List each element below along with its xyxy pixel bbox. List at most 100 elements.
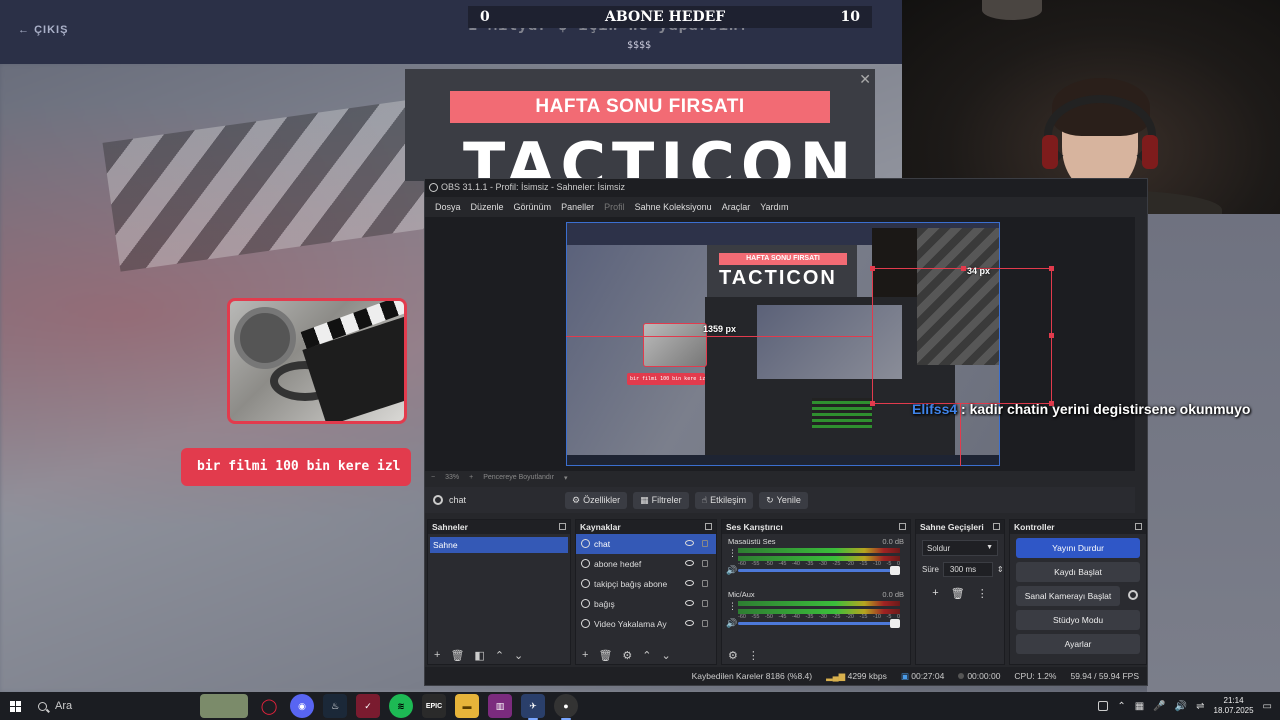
keyboard-icon[interactable] xyxy=(1098,701,1109,711)
steam-2-icon[interactable]: ✈ xyxy=(521,694,545,720)
back-button[interactable]: ← ÇIKIŞ xyxy=(18,24,68,36)
undock-icon[interactable] xyxy=(559,523,566,530)
start-virtual-camera-button[interactable]: Sanal Kamerayı Başlat xyxy=(1016,586,1138,606)
stop-stream-button[interactable]: Yayını Durdur xyxy=(1016,538,1140,558)
trash-icon[interactable]: 🗑 xyxy=(598,649,612,662)
source-item-goal[interactable]: abone hedef xyxy=(576,554,716,574)
trash-icon[interactable]: 🗑 xyxy=(450,649,464,662)
eye-icon[interactable] xyxy=(685,600,694,606)
scale-tick: -35 xyxy=(805,614,814,620)
face-thumbnail-icon[interactable] xyxy=(200,694,248,718)
scene-item[interactable]: Sahne xyxy=(430,537,568,553)
settings-button[interactable]: Ayarlar xyxy=(1016,634,1140,654)
refresh-button[interactable]: ↻ Yenile xyxy=(759,491,808,509)
eye-icon[interactable] xyxy=(685,560,694,566)
menu-tools[interactable]: Araçlar xyxy=(717,199,756,215)
undock-icon[interactable] xyxy=(1135,523,1142,530)
gear-icon[interactable]: ⚙ xyxy=(622,649,632,662)
speaker-icon[interactable]: 🔊 xyxy=(1175,701,1187,712)
source-item-chat[interactable]: chat xyxy=(576,534,716,554)
taskbar-search[interactable]: Ara xyxy=(30,692,170,720)
speaker-icon[interactable]: 🔊 xyxy=(726,565,737,576)
resize-handle[interactable] xyxy=(870,266,875,271)
menu-help[interactable]: Yardım xyxy=(755,199,793,215)
filters-button[interactable]: ▦ Filtreler xyxy=(633,491,689,509)
zoom-out-button[interactable]: − xyxy=(431,474,435,482)
start-button[interactable] xyxy=(0,692,30,720)
resize-handle[interactable] xyxy=(870,401,875,406)
usb-icon[interactable]: ⇌ xyxy=(1196,701,1204,712)
undock-icon[interactable] xyxy=(705,523,712,530)
fps: 59.94 / 59.94 FPS xyxy=(1070,671,1139,681)
menu-docks[interactable]: Paneller xyxy=(556,199,599,215)
up-icon[interactable]: ⌃ xyxy=(495,649,504,662)
filter-icon[interactable]: ◧ xyxy=(474,649,484,662)
chevron-up-icon[interactable]: ⌃ xyxy=(1117,701,1125,712)
more-icon[interactable]: ⋮ xyxy=(748,649,759,662)
resize-handle[interactable] xyxy=(1049,333,1054,338)
steam-icon[interactable]: ♨ xyxy=(323,694,347,718)
menu-file[interactable]: Dosya xyxy=(430,199,466,215)
mixer-settings-icon[interactable]: ⚙ xyxy=(728,649,738,662)
selected-source-box[interactable] xyxy=(870,266,1054,406)
more-icon[interactable]: ⋮ xyxy=(728,601,737,612)
lock-icon[interactable] xyxy=(702,620,708,627)
start-recording-button[interactable]: Kaydı Başlat xyxy=(1016,562,1140,582)
gear-icon[interactable] xyxy=(1128,590,1138,600)
epic-games-icon[interactable]: EPIC xyxy=(422,694,446,718)
slider-knob[interactable] xyxy=(890,619,900,628)
add-icon[interactable]: + xyxy=(582,649,588,661)
more-icon[interactable]: ⋮ xyxy=(728,548,737,559)
vlc-icon[interactable]: ✓ xyxy=(356,694,380,718)
eye-icon[interactable] xyxy=(685,580,694,586)
down-icon[interactable]: ⌄ xyxy=(514,649,523,662)
menu-view[interactable]: Görünüm xyxy=(509,199,557,215)
duration-input[interactable]: 300 ms xyxy=(942,562,993,577)
network-icon[interactable]: ▦ xyxy=(1135,701,1144,712)
zoom-in-button[interactable]: + xyxy=(469,474,473,482)
folder-icon[interactable]: ▬ xyxy=(455,694,479,718)
menu-edit[interactable]: Düzenle xyxy=(466,199,509,215)
properties-button[interactable]: ⚙ Özellikler xyxy=(565,491,628,509)
resize-handle[interactable] xyxy=(961,266,966,271)
trash-icon[interactable]: 🗑 xyxy=(951,587,965,600)
lock-icon[interactable] xyxy=(702,560,708,567)
stepper-icon[interactable]: ⇕ xyxy=(997,565,1004,574)
menu-scene-collection[interactable]: Sahne Koleksiyonu xyxy=(630,199,717,215)
winrar-icon[interactable]: ▥ xyxy=(488,694,512,718)
menu-profile[interactable]: Profil xyxy=(599,199,630,215)
discord-icon[interactable]: ◉ xyxy=(290,694,314,718)
undock-icon[interactable] xyxy=(899,523,906,530)
more-icon[interactable]: ⋮ xyxy=(977,587,988,600)
speaker-icon[interactable]: 🔊 xyxy=(726,618,737,629)
opera-gx-icon[interactable]: ◯ xyxy=(257,694,281,718)
eye-icon[interactable] xyxy=(685,620,694,626)
slider-knob[interactable] xyxy=(890,566,900,575)
eye-icon[interactable] xyxy=(685,540,694,546)
resize-handle[interactable] xyxy=(1049,266,1054,271)
lock-icon[interactable] xyxy=(702,600,708,607)
chevron-down-icon[interactable]: ▾ xyxy=(564,474,568,482)
volume-slider[interactable] xyxy=(738,619,900,628)
add-icon[interactable]: + xyxy=(932,587,938,600)
notification-icon[interactable]: ▭ xyxy=(1263,701,1272,712)
transition-select[interactable]: Soldur ▼ xyxy=(922,540,998,556)
up-icon[interactable]: ⌃ xyxy=(642,649,651,662)
studio-mode-button[interactable]: Stüdyo Modu xyxy=(1016,610,1140,630)
add-icon[interactable]: + xyxy=(434,649,440,661)
obs-icon[interactable]: ● xyxy=(554,694,578,720)
interact-button[interactable]: ☝ Etkileşim xyxy=(694,491,754,509)
lock-icon[interactable] xyxy=(702,540,708,547)
spotify-icon[interactable]: ≋ xyxy=(389,694,413,718)
close-icon[interactable]: ✕ xyxy=(859,71,871,88)
source-item-video-capture[interactable]: Video Yakalama Ay xyxy=(576,614,716,634)
source-item-donation[interactable]: bağış xyxy=(576,594,716,614)
volume-slider[interactable] xyxy=(738,566,900,575)
clock[interactable]: 21:14 18.07.2025 xyxy=(1214,696,1254,716)
mic-icon[interactable]: 🎤 xyxy=(1153,701,1165,712)
undock-icon[interactable] xyxy=(993,523,1000,530)
fit-to-window[interactable]: Pencereye Boyutlandır xyxy=(483,474,554,482)
source-item-alerts[interactable]: takipçi bağış abone xyxy=(576,574,716,594)
lock-icon[interactable] xyxy=(702,580,708,587)
down-icon[interactable]: ⌄ xyxy=(662,649,671,662)
